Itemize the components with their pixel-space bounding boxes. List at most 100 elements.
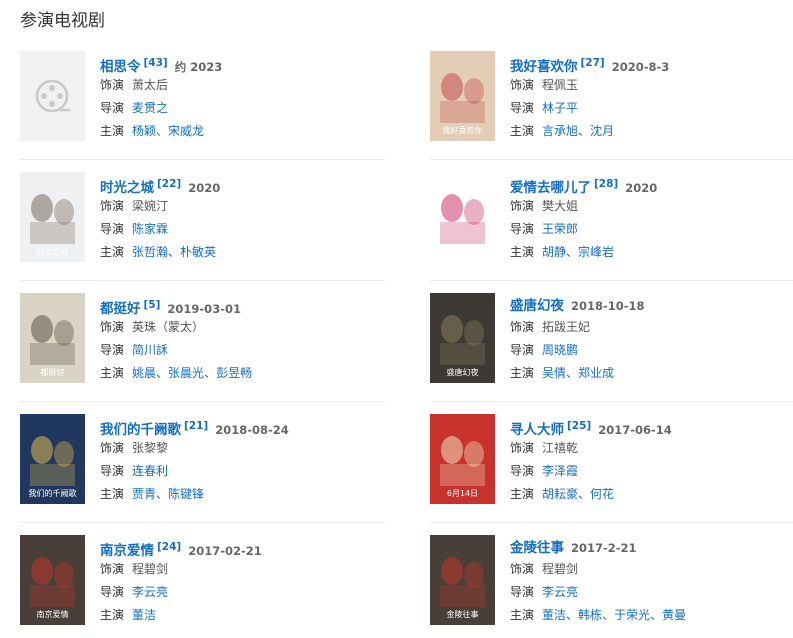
poster-caption: 金陵往事 [446,610,479,619]
star-separator: 、 [156,487,169,501]
row-divider [20,401,385,402]
role-row: 饰演 程佩玉 [510,74,793,97]
star-link[interactable]: 于荣光 [614,608,650,622]
series-title-link[interactable]: 相思令 [100,59,141,75]
star-link[interactable]: 黄曼 [662,608,686,622]
star-link[interactable]: 宋威龙 [168,124,204,138]
star-link[interactable]: 沈月 [590,124,614,138]
director-row: 导演 林子平 [510,97,793,120]
director-link[interactable]: 陈家霖 [132,222,168,236]
series-title-link[interactable]: 我们的千阙歌 [100,422,181,438]
role-label: 饰演 [510,562,535,576]
director-link[interactable]: 李泽霞 [542,464,578,478]
director-label: 导演 [100,585,125,599]
release-date: 2019-03-01 [167,302,241,316]
series-title-link[interactable]: 寻人大师 [510,422,564,438]
poster-image[interactable]: 我好喜欢你 [430,51,495,141]
stars-row: 主演 张哲瀚、朴敏英 [100,241,385,264]
director-label: 导演 [510,464,535,478]
series-title-link[interactable]: 时光之城 [100,180,154,196]
star-link[interactable]: 胡耘豪 [542,487,578,501]
star-link[interactable]: 杨颖 [132,124,156,138]
stars-row: 主演 杨颖、宋威龙 [100,120,385,143]
citation-link[interactable]: [21] [184,420,208,432]
poster-image[interactable]: 南京爱情 [20,535,85,625]
stars-row: 主演 董洁、韩栋、于荣光、黄曼 [510,604,793,627]
stars-row: 主演 姚晨、张晨光、彭昱畅 [100,362,385,385]
title-line: 寻人大师 [25] 2017-06-14 [510,415,793,438]
role-row: 饰演 江禧乾 [510,437,793,460]
release-date: 2018-10-18 [571,299,645,313]
role-label: 饰演 [100,562,125,576]
citation-link[interactable]: [28] [594,178,618,190]
series-title-link[interactable]: 爱情去哪儿了 [510,180,591,196]
citation-link[interactable]: [5] [144,299,161,311]
series-title-link[interactable]: 都挺好 [100,301,141,317]
director-row: 导演 李云亮 [510,581,793,604]
star-separator: 、 [156,124,169,138]
director-link[interactable]: 李云亮 [542,585,578,599]
citation-link[interactable]: [24] [157,541,181,553]
star-link[interactable]: 姚晨 [132,366,156,380]
star-link[interactable]: 陈键锋 [168,487,204,501]
stars-row: 主演 吴倩、郑业成 [510,362,793,385]
director-link[interactable]: 简川訸 [132,343,168,357]
star-link[interactable]: 郑业成 [578,366,614,380]
citation-link[interactable]: [22] [157,178,181,190]
title-line: 金陵往事 2017-2-21 [510,536,793,558]
role-value: 英珠（蒙太） [132,320,205,334]
star-link[interactable]: 胡静 [542,245,566,259]
title-line: 相思令 [43] 约 2023 [100,52,385,75]
poster-image[interactable]: 都挺好 [20,293,85,383]
star-separator: 、 [168,245,181,259]
star-link[interactable]: 何花 [590,487,614,501]
poster-image[interactable]: 时光之城 [20,172,85,262]
director-label: 导演 [510,222,535,236]
poster-image[interactable]: 盛唐幻夜 [430,293,495,383]
star-link[interactable]: 言承旭 [542,124,578,138]
director-link[interactable]: 王荣郎 [542,222,578,236]
poster-image[interactable]: 6月14日 [430,414,495,504]
role-row: 饰演 梁婉汀 [100,195,385,218]
star-separator: 、 [602,608,615,622]
series-info: 盛唐幻夜 2018-10-18 饰演 拓跋王妃 导演 周晓鹏 主演 吴倩、郑业成 [510,293,793,385]
director-link[interactable]: 林子平 [542,101,578,115]
director-link[interactable]: 周晓鹏 [542,343,578,357]
poster-image[interactable]: 我们的千阙歌 [20,414,85,504]
poster-placeholder[interactable] [20,51,85,141]
director-link[interactable]: 麦贯之 [132,101,168,115]
poster-image[interactable]: 金陵往事 [430,535,495,625]
role-row: 饰演 程碧剑 [510,558,793,581]
director-label: 导演 [100,101,125,115]
star-link[interactable]: 宗峰岩 [578,245,614,259]
director-link[interactable]: 连春利 [132,464,168,478]
star-link[interactable]: 朴敏英 [180,245,216,259]
star-link[interactable]: 董洁 [132,608,156,622]
tv-series-card: 我们的千阙歌 我们的千阙歌 [21] 2018-08-24 饰演 张黎黎 导演 连春利 主演 贾青… [20,414,385,510]
star-link[interactable]: 彭昱畅 [216,366,252,380]
director-link[interactable]: 李云亮 [132,585,168,599]
series-info: 我们的千阙歌 [21] 2018-08-24 饰演 张黎黎 导演 连春利 主演 贾青、陈键锋 [100,414,385,506]
poster-caption: 我好喜欢你 [442,126,483,135]
citation-link[interactable]: [27] [581,57,605,69]
citation-link[interactable]: [25] [567,420,591,432]
stars-label: 主演 [510,608,535,622]
star-link[interactable]: 张晨光 [168,366,204,380]
stars-label: 主演 [510,487,535,501]
star-link[interactable]: 董洁 [542,608,566,622]
role-value: 萧太后 [132,78,169,92]
star-link[interactable]: 张哲瀚 [132,245,168,259]
citation-link[interactable]: [43] [144,57,168,69]
tv-series-card: 都挺好 都挺好 [5] 2019-03-01 饰演 英珠（蒙太） 导演 简川訸 主演 姚晨、张晨光… [20,293,385,389]
stars-label: 主演 [510,245,535,259]
poster-image[interactable]: 爱情去哪儿了 [430,172,495,262]
series-title-link[interactable]: 南京爱情 [100,543,154,559]
role-label: 饰演 [100,441,125,455]
series-title-link[interactable]: 盛唐幻夜 [510,298,564,314]
star-link[interactable]: 贾青 [132,487,156,501]
row-divider [20,522,385,523]
star-link[interactable]: 吴倩 [542,366,566,380]
star-link[interactable]: 韩栋 [578,608,602,622]
series-title-link[interactable]: 金陵往事 [510,540,564,556]
series-title-link[interactable]: 我好喜欢你 [510,59,578,75]
